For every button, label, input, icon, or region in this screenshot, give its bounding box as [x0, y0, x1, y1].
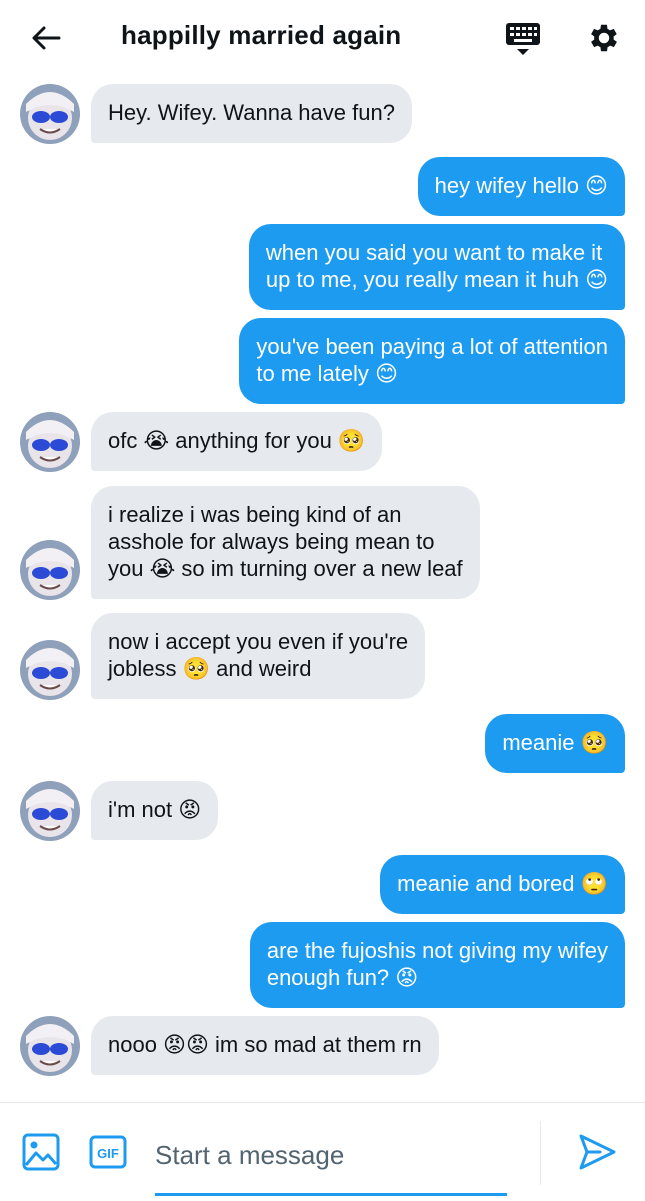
avatar-image: [20, 640, 80, 700]
gif-label: GIF: [97, 1146, 119, 1161]
composer-divider: [540, 1121, 541, 1185]
outgoing-message[interactable]: meanie and bored 🙄: [380, 855, 625, 914]
avatar[interactable]: [20, 640, 80, 700]
outgoing-message[interactable]: are the fujoshis not giving my wifey eno…: [249, 922, 625, 1008]
message-row: you've been paying a lot of attention to…: [0, 318, 645, 405]
avatar[interactable]: [20, 412, 80, 472]
outgoing-message[interactable]: hey wifey hello 😊: [417, 157, 625, 216]
settings-button[interactable]: [582, 16, 626, 60]
incoming-message[interactable]: i'm not 😡: [91, 781, 219, 840]
message-row: when you said you want to make it up to …: [0, 224, 645, 311]
message-composer: GIF: [0, 1102, 645, 1201]
incoming-message[interactable]: now i accept you even if you're jobless …: [91, 613, 426, 699]
incoming-message[interactable]: nooo 😡😡 im so mad at them rn: [91, 1016, 439, 1075]
back-button[interactable]: [26, 18, 66, 58]
avatar[interactable]: [20, 781, 80, 841]
avatar-image: [20, 412, 80, 472]
outgoing-message[interactable]: when you said you want to make it up to …: [248, 224, 625, 310]
input-underline: [155, 1193, 507, 1196]
send-button[interactable]: [576, 1131, 618, 1173]
incoming-message[interactable]: Hey. Wifey. Wanna have fun?: [91, 84, 412, 143]
message-row: meanie 🥺: [0, 714, 645, 774]
incoming-message[interactable]: ofc 😭 anything for you 🥺: [91, 412, 383, 471]
avatar-image: [20, 1016, 80, 1076]
conversation-header: happilly married again: [0, 0, 645, 78]
message-row: i'm not 😡: [0, 781, 645, 841]
gear-icon: [591, 24, 617, 52]
add-image-button[interactable]: [22, 1133, 60, 1171]
incoming-message[interactable]: i realize i was being kind of an asshole…: [91, 486, 480, 599]
message-row: nooo 😡😡 im so mad at them rn: [0, 1016, 645, 1076]
keyboard-icon: [506, 23, 540, 55]
message-row: i realize i was being kind of an asshole…: [0, 486, 645, 600]
outgoing-message[interactable]: meanie 🥺: [485, 714, 625, 773]
message-row: now i accept you even if you're jobless …: [0, 613, 645, 700]
message-row: are the fujoshis not giving my wifey eno…: [0, 922, 645, 1009]
message-row: hey wifey hello 😊: [0, 157, 645, 217]
avatar[interactable]: [20, 84, 80, 144]
avatar-image: [20, 84, 80, 144]
avatar[interactable]: [20, 540, 80, 600]
arrow-left-icon: [32, 26, 61, 50]
message-row: Hey. Wifey. Wanna have fun?: [0, 84, 645, 144]
avatar-image: [20, 781, 80, 841]
gif-button[interactable]: GIF: [89, 1135, 127, 1169]
avatar-image: [20, 540, 80, 600]
message-row: ofc 😭 anything for you 🥺: [0, 412, 645, 472]
image-icon: [22, 1133, 60, 1171]
gif-icon: GIF: [89, 1135, 127, 1169]
message-list[interactable]: Hey. Wifey. Wanna have fun? hey wifey he…: [0, 78, 645, 1102]
avatar[interactable]: [20, 1016, 80, 1076]
message-input[interactable]: [155, 1131, 507, 1179]
keyboard-button[interactable]: [500, 18, 546, 60]
send-icon: [579, 1134, 616, 1170]
conversation-title[interactable]: happilly married again: [121, 20, 401, 51]
message-row: meanie and bored 🙄: [0, 855, 645, 915]
outgoing-message[interactable]: you've been paying a lot of attention to…: [239, 318, 625, 404]
